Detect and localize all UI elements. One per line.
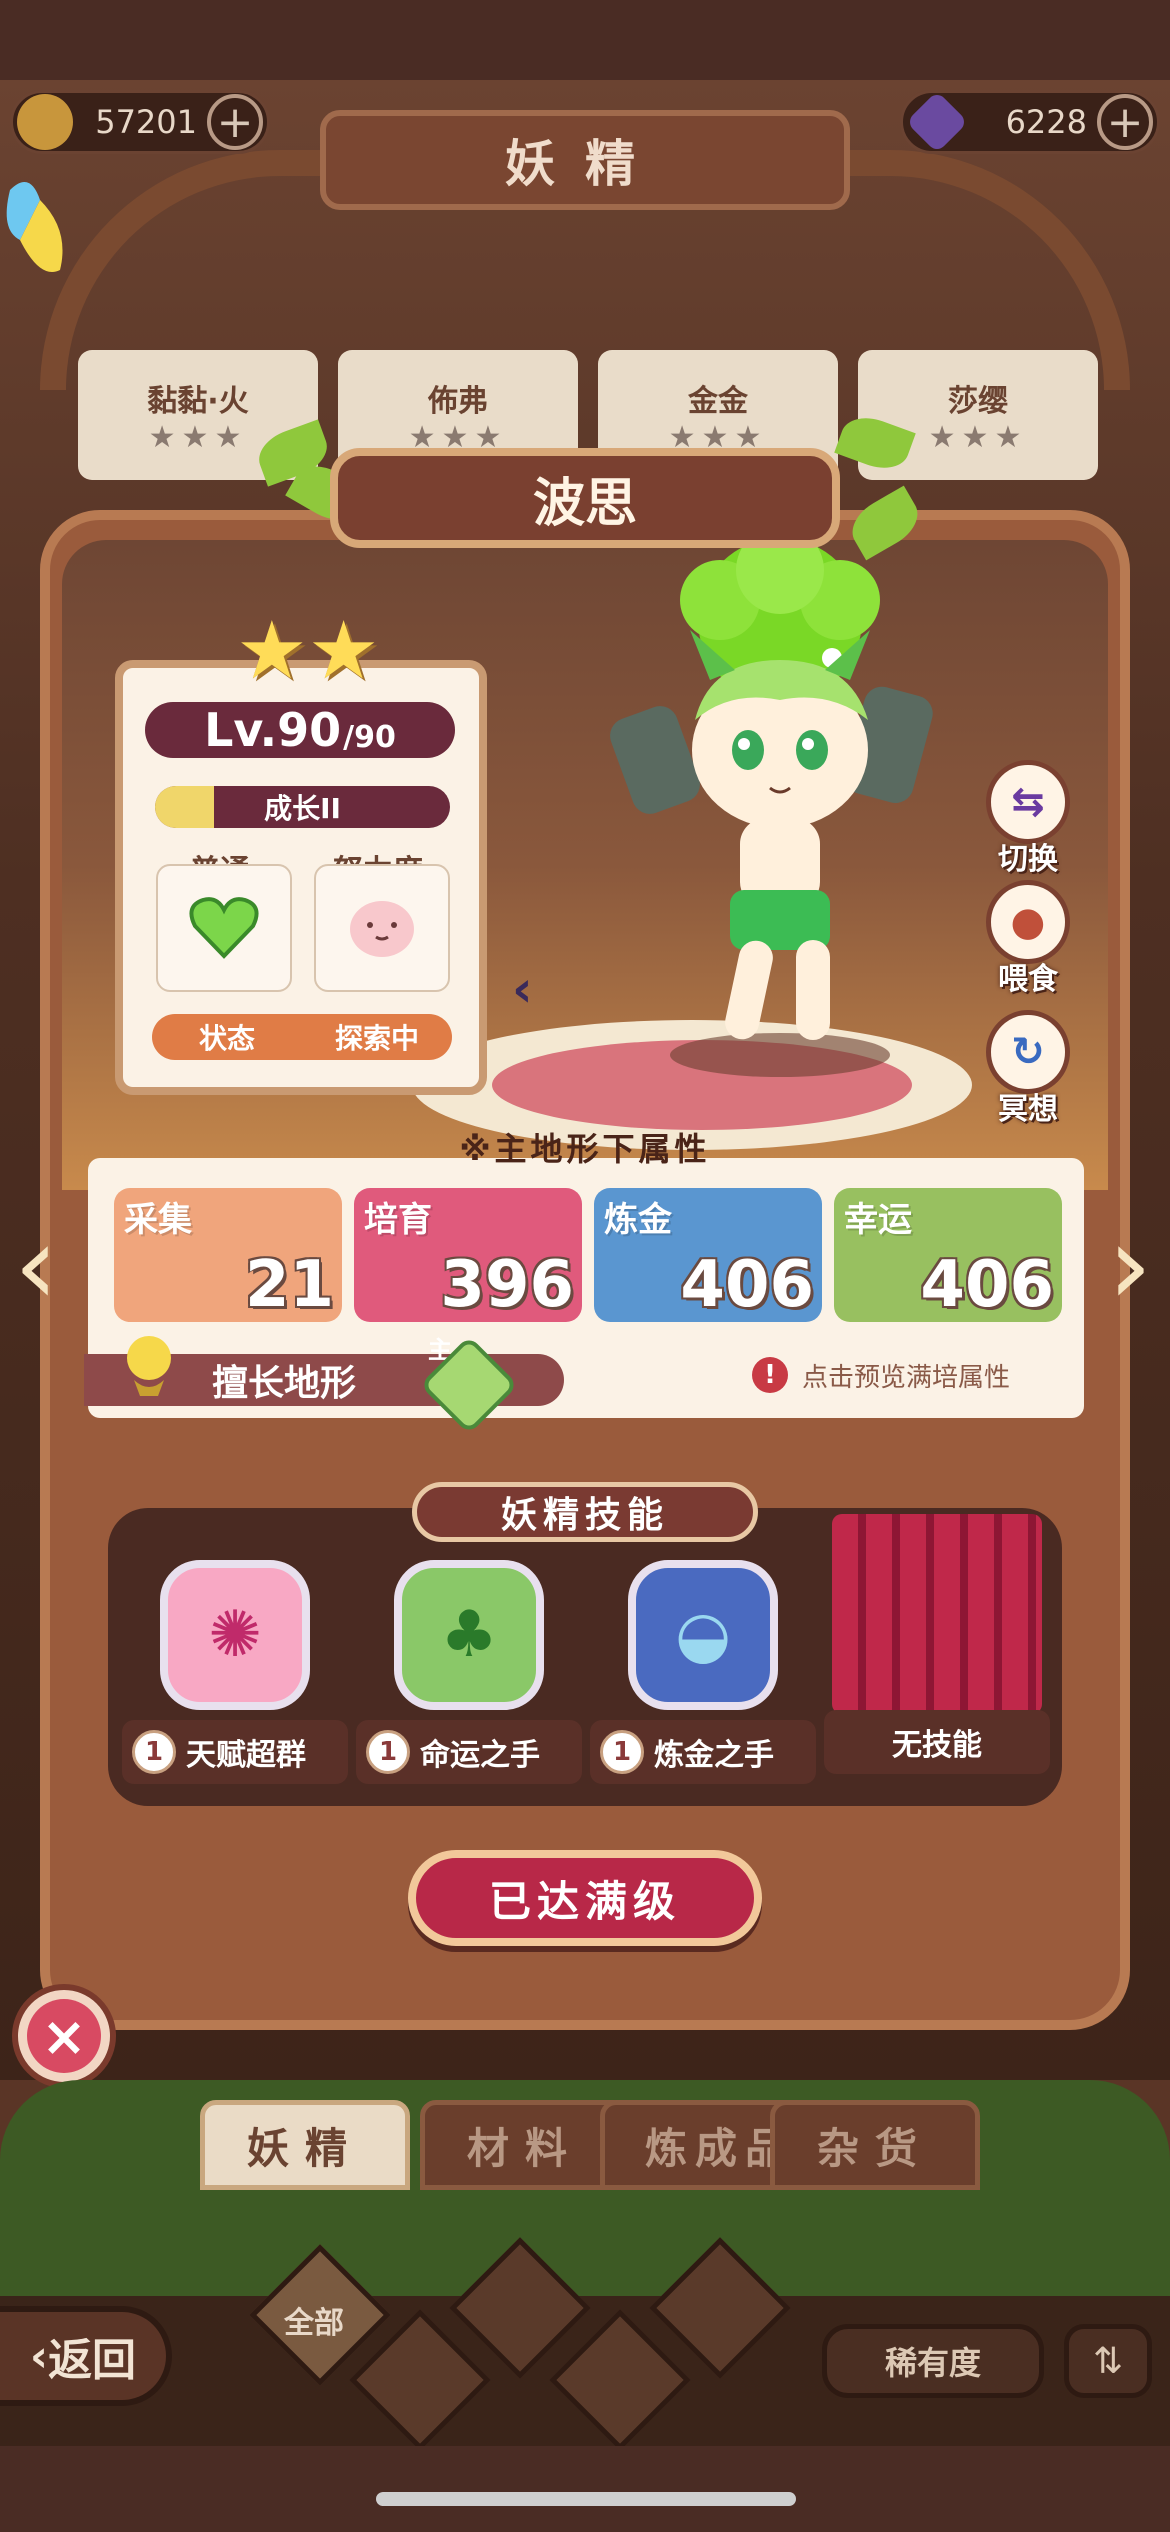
home-indicator[interactable] [376, 2492, 796, 2506]
skill-label: 1 炼金之手 [590, 1720, 816, 1784]
attribute-name: 采集 [124, 1200, 192, 1240]
skill-slot[interactable]: ◒ 1 炼金之手 [590, 1560, 816, 1784]
tab-fairy[interactable]: 妖精 [200, 2100, 410, 2190]
gold-counter: 57201 + [10, 90, 270, 154]
app-logo-icon[interactable] [0, 170, 72, 280]
state-value: 探索中 [334, 1022, 419, 1055]
question-bulb-icon[interactable] [114, 1330, 184, 1400]
switch-icon: ⇆ [986, 760, 1070, 844]
skill-name: 炼金之手 [654, 1738, 774, 1773]
preview-hint[interactable]: ! 点击预览满培属性 [752, 1350, 1010, 1400]
close-button[interactable]: × [12, 1984, 116, 2088]
add-gold-button[interactable]: + [207, 94, 263, 150]
empty-skill-label: 无技能 [824, 1710, 1050, 1774]
max-level-button[interactable]: 已达满级 [408, 1850, 762, 1946]
alert-icon: ! [752, 1357, 788, 1393]
curtain-icon [832, 1514, 1042, 1714]
octopus-icon: ✺ [160, 1560, 310, 1710]
fairy-name: 波思 [330, 448, 840, 548]
attribute-alchemy[interactable]: 炼金 406 [594, 1188, 822, 1322]
gem-icon [905, 90, 969, 154]
skill-title: 妖精技能 [412, 1482, 758, 1542]
gem-counter: 6228 + [900, 90, 1160, 154]
attribute-nurture[interactable]: 培育 396 [354, 1188, 582, 1322]
back-button[interactable]: ‹ 返回 [0, 2306, 172, 2406]
terrain-label: 擅长地形 [212, 1363, 357, 1404]
fairy-card-name: 佈弗 [428, 383, 488, 419]
attribute-luck[interactable]: 幸运 406 [834, 1188, 1062, 1322]
add-gem-button[interactable]: + [1097, 94, 1153, 150]
preview-hint-text: 点击预览满培属性 [802, 1362, 1011, 1393]
state-label: 状态 [198, 1022, 255, 1055]
page-title: 妖精 [320, 110, 850, 210]
attribute-value: 406 [680, 1248, 814, 1322]
level-display: Lv.90 /90 [145, 702, 455, 758]
feed-label: 喂食 [998, 962, 1058, 997]
meat-icon: ● [986, 880, 1070, 964]
meditate-button[interactable]: ↻ 冥想 [978, 1010, 1078, 1128]
back-arrow-icon: ‹ [29, 2330, 49, 2382]
previous-fairy-arrow[interactable]: ‹ [6, 1200, 66, 1330]
attribute-value: 21 [244, 1248, 334, 1322]
fairy-card-stars: ★★★ [148, 419, 248, 455]
switch-button[interactable]: ⇆ 切换 [978, 760, 1078, 878]
fairy-card-name: 黏黏·火 [147, 383, 249, 419]
sort-order-icon[interactable]: ⇅ [1064, 2324, 1152, 2398]
gold-value: 57201 [95, 103, 197, 141]
growth-bar: 成长II [155, 786, 450, 828]
next-fairy-arrow[interactable]: › [1100, 1200, 1160, 1330]
clover-icon: ♣ [394, 1560, 544, 1710]
fairy-character[interactable] [600, 540, 960, 1080]
fairy-card-name: 莎缨 [948, 383, 1008, 419]
skill-level: 1 [132, 1730, 176, 1774]
skill-label: 1 天赋超群 [122, 1720, 348, 1784]
state-bar: 状态 探索中 [152, 1014, 452, 1060]
cauldron-icon: ◒ [628, 1560, 778, 1710]
fairy-card-name: 金金 [688, 383, 748, 419]
gem-value: 6228 [1005, 103, 1087, 141]
rarity-sort-button[interactable]: 稀有度 [822, 2324, 1044, 2398]
filter-all-label: 全部 [284, 2306, 344, 2341]
star-icon: ★ [307, 604, 380, 697]
effort-box[interactable] [314, 864, 450, 992]
switch-label: 切换 [998, 842, 1058, 877]
tab-materials[interactable]: 材料 [420, 2100, 630, 2190]
growth-label: 成长II [264, 792, 341, 825]
tab-misc[interactable]: 杂货 [770, 2100, 980, 2190]
effort-face-icon [350, 901, 414, 957]
skill-name: 命运之手 [420, 1738, 540, 1773]
level-max: /90 [343, 719, 396, 755]
star-rating: ★ ★ [236, 604, 379, 697]
skill-level: 1 [600, 1730, 644, 1774]
skill-slot-empty: 无技能 [824, 1514, 1050, 1774]
mood-box[interactable] [156, 864, 292, 992]
attribute-name: 炼金 [604, 1200, 672, 1240]
star-icon: ★ [236, 604, 308, 697]
skill-level: 1 [366, 1730, 410, 1774]
skill-name: 天赋超群 [186, 1738, 306, 1773]
close-icon: × [27, 1999, 101, 2073]
level-value: Lv.90 [204, 703, 342, 757]
skill-slot[interactable]: ♣ 1 命运之手 [356, 1560, 582, 1784]
status-strip [0, 0, 1170, 80]
attribute-value: 396 [440, 1248, 574, 1322]
meditate-icon: ↻ [986, 1010, 1070, 1094]
coin-icon [17, 94, 73, 150]
attribute-gather[interactable]: 采集 21 [114, 1188, 342, 1322]
meditate-label: 冥想 [998, 1092, 1058, 1127]
chevron-left-icon[interactable]: ‹ [512, 960, 533, 1018]
attribute-name: 培育 [364, 1200, 432, 1240]
attribute-name: 幸运 [844, 1200, 912, 1240]
skill-slot[interactable]: ✺ 1 天赋超群 [122, 1560, 348, 1784]
attribute-note: ※主地形下属性 [459, 1130, 711, 1168]
skill-label: 1 命运之手 [356, 1720, 582, 1784]
heart-icon [189, 897, 259, 959]
back-label: 返回 [48, 2335, 137, 2386]
fairy-card-stars: ★★★ [928, 419, 1028, 455]
home-strip [0, 2446, 1170, 2532]
attribute-value: 406 [920, 1248, 1054, 1322]
feed-button[interactable]: ● 喂食 [978, 880, 1078, 998]
